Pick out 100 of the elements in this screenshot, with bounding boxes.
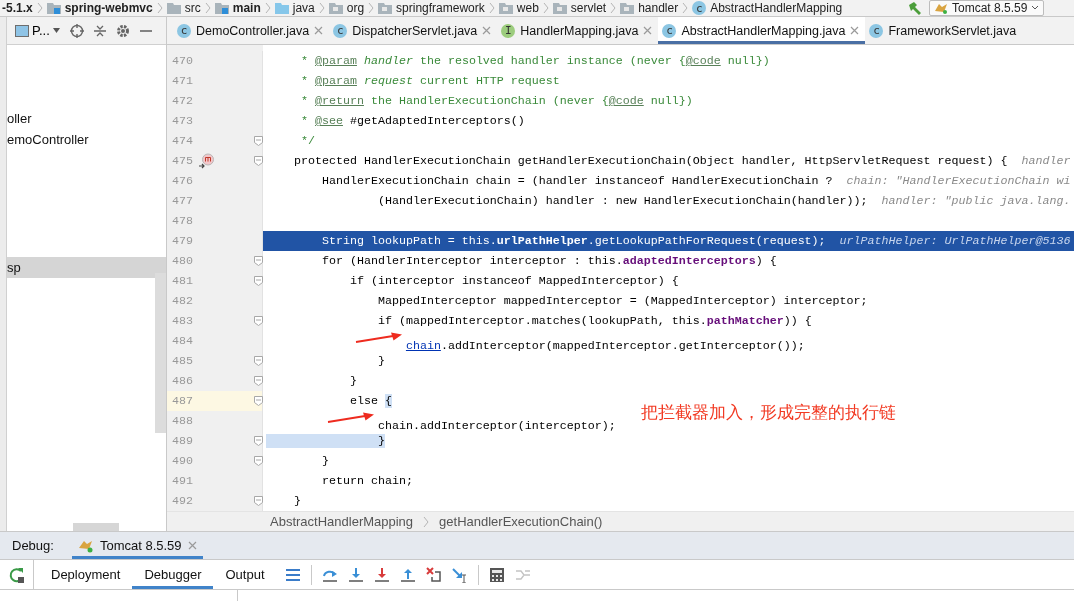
calculator-icon[interactable] <box>488 566 505 583</box>
chevron-icon <box>542 2 549 14</box>
force-step-into-icon[interactable] <box>373 566 390 583</box>
inline-value-hint: urlPathHelper: UrlPathHelper@5136 <box>839 234 1071 248</box>
fold-icon[interactable] <box>254 276 263 286</box>
breadcrumb-item[interactable]: AbstractHandlerMapping <box>270 514 414 529</box>
code-line: } <box>320 454 329 468</box>
fold-icon[interactable] <box>254 396 263 406</box>
class-icon: c <box>869 23 884 38</box>
breadcrumb-item[interactable]: getHandlerExecutionChain() <box>439 514 603 529</box>
editor-tab[interactable]: c AbstractHandlerMapping.java <box>658 17 866 44</box>
inline-value-hint: handler <box>1021 154 1071 168</box>
close-icon[interactable] <box>482 26 492 35</box>
fold-icon[interactable] <box>254 316 263 326</box>
line-number: 481 <box>172 274 193 288</box>
menu-icon[interactable] <box>284 566 301 583</box>
scrollbar[interactable] <box>155 273 166 433</box>
fold-icon[interactable] <box>254 456 263 466</box>
settings-icon[interactable] <box>115 23 130 38</box>
chevron-icon <box>36 2 43 14</box>
tree-item[interactable]: oller <box>7 108 166 129</box>
code-line: (HandlerExecutionChain) handler : new HandlerExecutionChain(handler)); <box>376 194 868 208</box>
breadcrumb-item[interactable]: spring-webmvc <box>64 1 153 15</box>
fold-icon[interactable] <box>254 376 263 386</box>
debugger-tab[interactable]: Deployment <box>39 560 133 589</box>
hammer-icon[interactable] <box>907 1 923 15</box>
code-line: * @param handler the resolved handler instance (never {@code null}) <box>299 54 770 68</box>
editor-tab[interactable]: I HandlerMapping.java <box>497 17 659 44</box>
fold-icon[interactable] <box>254 156 263 166</box>
line-number: 479 <box>172 234 193 248</box>
editor-tab[interactable]: c DemoController.java <box>173 17 330 44</box>
breadcrumb-item[interactable]: springframework <box>396 1 485 15</box>
folder-icon <box>46 2 61 14</box>
close-icon[interactable] <box>643 26 653 35</box>
inline-value-hint: chain: "HandlerExecutionChain wi <box>846 174 1071 188</box>
code-line: */ <box>299 134 315 148</box>
chevron-icon <box>423 515 430 528</box>
code-line: } <box>376 354 385 368</box>
close-icon[interactable] <box>314 26 324 35</box>
close-icon[interactable] <box>187 541 197 550</box>
annotation-text: 把拦截器加入，形成完整的执行链 <box>641 401 896 424</box>
line-number: 477 <box>172 194 193 208</box>
code-line: * @return the HandlerExecutionChain (never {@code null}) <box>299 94 693 108</box>
editor-tab[interactable]: c DispatcherServlet.java <box>329 17 498 44</box>
collapse-icon[interactable] <box>93 23 106 38</box>
code-line: for (HandlerInterceptor interceptor : this.adaptedInterceptors) { <box>320 254 777 268</box>
code-line: * @param request current HTTP request <box>299 74 560 88</box>
line-number: 491 <box>172 474 193 488</box>
target-icon[interactable] <box>69 23 84 38</box>
tree-item[interactable]: emoController <box>7 129 166 150</box>
line-number: 485 <box>172 354 193 368</box>
folder-icon <box>274 2 289 14</box>
class-icon: c <box>692 1 707 15</box>
method-marker-icon[interactable] <box>199 153 215 169</box>
code-line: return chain; <box>320 474 413 488</box>
code-line: chain.addInterceptor(mappedInterceptor.getInterceptor()); <box>266 329 805 353</box>
fold-icon[interactable] <box>254 496 263 506</box>
breadcrumb-item[interactable]: handler <box>638 1 679 15</box>
fold-icon[interactable] <box>254 436 263 446</box>
close-icon[interactable] <box>850 26 860 35</box>
session-tab[interactable]: Tomcat 8.5.59 <box>71 532 203 559</box>
step-out-icon[interactable] <box>399 566 416 583</box>
chevron-icon <box>204 2 211 14</box>
fold-icon[interactable] <box>254 136 263 146</box>
breadcrumb-item[interactable]: main <box>232 1 261 15</box>
view-selector[interactable]: P... <box>15 23 60 38</box>
line-number: 470 <box>172 54 193 68</box>
panel-title: Debug: <box>12 538 54 553</box>
class-icon: c <box>333 23 348 38</box>
run-to-cursor-icon[interactable] <box>451 566 468 583</box>
line-number: 488 <box>172 414 193 428</box>
scrollbar[interactable] <box>73 523 119 531</box>
debugger-tab[interactable]: Debugger <box>132 560 214 589</box>
fold-icon[interactable] <box>254 256 263 266</box>
chevron-icon <box>156 2 163 14</box>
breadcrumb-item[interactable]: java <box>292 1 315 15</box>
run-configuration-dropdown[interactable]: Tomcat 8.5.59 <box>929 0 1045 16</box>
breadcrumb-item[interactable]: org <box>346 1 365 15</box>
rerun-icon[interactable] <box>8 566 25 583</box>
fold-icon[interactable] <box>254 356 263 366</box>
editor-tab[interactable]: c FrameworkServlet.java <box>865 17 1023 44</box>
step-into-icon[interactable] <box>347 566 364 583</box>
breadcrumb-item[interactable]: web <box>516 1 539 15</box>
chevron-icon <box>682 2 689 14</box>
line-number: 475 <box>172 154 193 168</box>
line-number: 492 <box>172 494 193 508</box>
breadcrumb-item[interactable]: AbstractHandlerMapping <box>710 1 843 15</box>
breadcrumb-item[interactable]: -5.1.x <box>2 1 33 15</box>
chevron-icon <box>488 2 495 14</box>
debugger-tab[interactable]: Output <box>213 560 277 589</box>
caret-icon <box>1031 5 1040 11</box>
line-number: 473 <box>172 114 193 128</box>
breadcrumb-item[interactable]: src <box>184 1 201 15</box>
chevron-icon <box>264 2 271 14</box>
drop-frame-icon[interactable] <box>425 566 442 583</box>
breadcrumb-item[interactable]: servlet <box>570 1 607 15</box>
inline-value-hint: handler: "public java.lang. <box>881 194 1071 208</box>
code-line: HandlerExecutionChain chain = (handler instanceof HandlerExecutionChain ? <box>320 174 833 188</box>
caret-icon <box>52 28 60 33</box>
tree-item[interactable]: sp <box>7 257 166 278</box>
